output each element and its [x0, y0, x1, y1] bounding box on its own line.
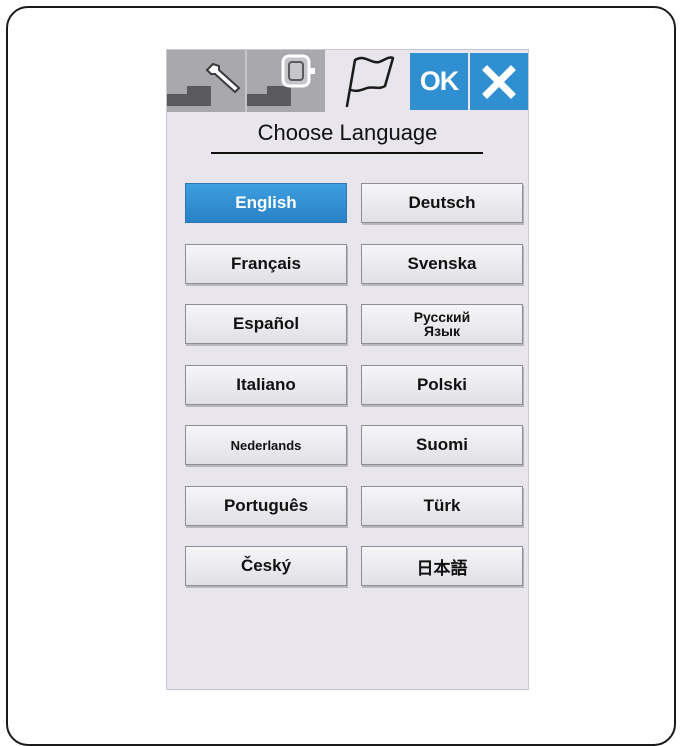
language-button-suomi[interactable]: Suomi	[361, 425, 523, 465]
title-underline	[211, 152, 483, 154]
close-button[interactable]	[470, 53, 528, 110]
tab-embroidery[interactable]	[245, 50, 325, 112]
ok-button[interactable]: OK	[410, 53, 468, 110]
language-button-nederlands[interactable]: Nederlands	[185, 425, 347, 465]
language-button-portugues[interactable]: Português	[185, 486, 347, 526]
language-button-turk[interactable]: Türk	[361, 486, 523, 526]
language-button-english[interactable]: English	[185, 183, 347, 223]
embroidery-hoop-icon	[247, 54, 315, 106]
wrench-icon	[167, 62, 241, 106]
language-screen: OK Choose Language English Deutsch Franç…	[166, 49, 529, 690]
language-button-italiano[interactable]: Italiano	[185, 365, 347, 405]
language-button-deutsch[interactable]: Deutsch	[361, 183, 523, 223]
language-button-japanese[interactable]: 日本語	[361, 546, 523, 586]
tab-language[interactable]	[325, 50, 408, 112]
language-button-francais[interactable]: Français	[185, 244, 347, 284]
tab-settings[interactable]	[167, 50, 245, 112]
toolbar: OK	[167, 50, 528, 112]
flag-icon	[345, 56, 395, 108]
language-button-russian[interactable]: Русский Язык	[361, 304, 523, 344]
language-button-svenska[interactable]: Svenska	[361, 244, 523, 284]
language-button-polski[interactable]: Polski	[361, 365, 523, 405]
page-title: Choose Language	[257, 120, 438, 145]
language-button-cesky[interactable]: Český	[185, 546, 347, 586]
close-icon	[482, 64, 516, 99]
language-button-espanol[interactable]: Español	[185, 304, 347, 344]
